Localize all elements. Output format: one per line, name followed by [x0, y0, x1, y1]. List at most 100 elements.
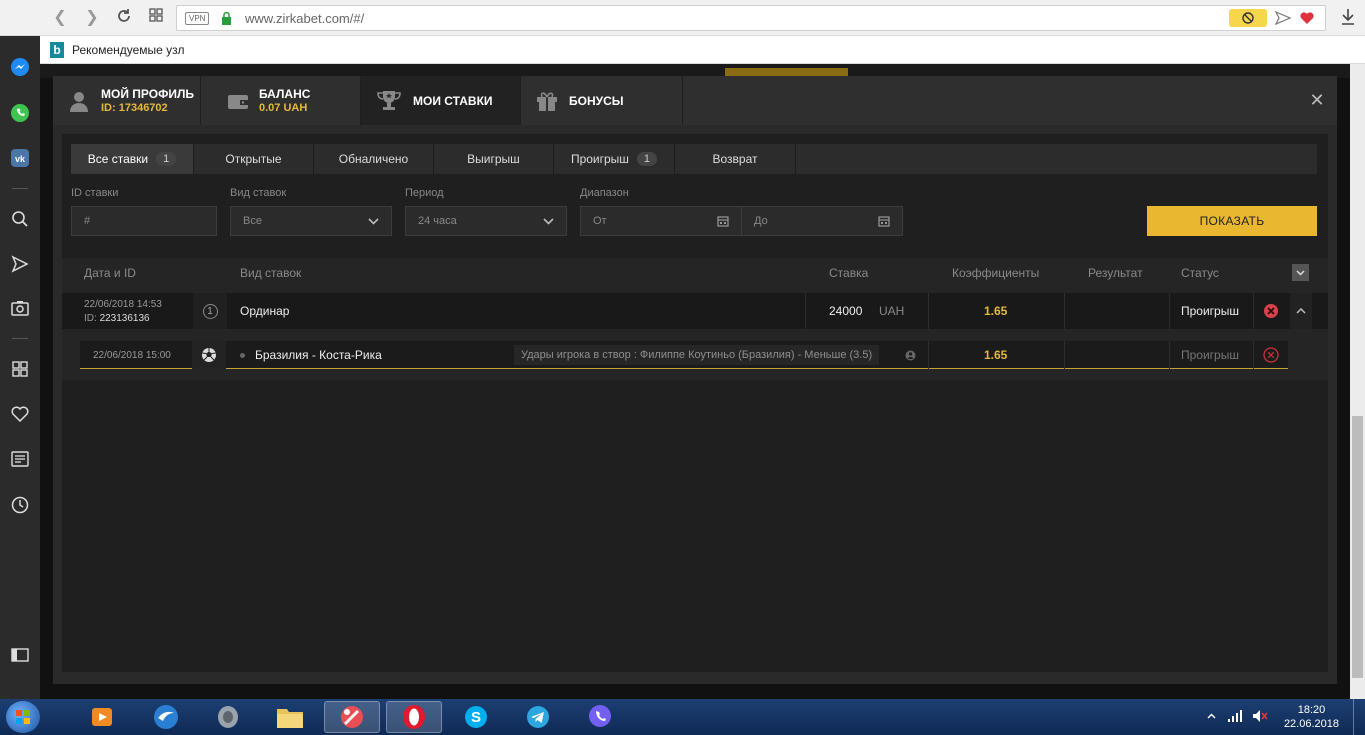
download-icon[interactable]: [1339, 7, 1357, 27]
speed-dial-icon[interactable]: [146, 8, 166, 28]
url-text[interactable]: www.zirkabet.com/#/: [245, 11, 364, 26]
table-subrow[interactable]: 22/06/2018 15:00 Бразилия - Коста-Рика У…: [80, 341, 1288, 369]
column-divider: [928, 341, 929, 369]
filter-tab-won[interactable]: Выигрыш: [434, 144, 554, 174]
date-to-input[interactable]: До: [741, 206, 903, 236]
tab-my-bets[interactable]: МОИ СТАВКИ: [361, 76, 521, 125]
tab-balance[interactable]: БАЛАНС 0.07 UAH: [201, 76, 361, 125]
speed-dial-icon[interactable]: [9, 358, 31, 380]
signal-icon[interactable]: [1227, 710, 1243, 722]
table-row[interactable]: 22/06/2018 14:53 ID: 223136136 1 Ординар…: [62, 293, 1328, 329]
column-divider: [1064, 293, 1065, 329]
calendar-icon[interactable]: [878, 215, 890, 227]
address-bar[interactable]: VPN www.zirkabet.com/#/: [176, 5, 1326, 31]
tab-title: БАЛАНС: [259, 87, 311, 101]
page-scrollbar[interactable]: [1350, 64, 1365, 699]
tab-bonuses[interactable]: БОНУСЫ: [521, 76, 683, 125]
file-explorer-icon[interactable]: [262, 701, 318, 733]
scrollbar-thumb[interactable]: [1352, 416, 1363, 678]
filter-tab-refund[interactable]: Возврат: [675, 144, 796, 174]
camera-icon[interactable]: [9, 297, 31, 319]
date-from-input[interactable]: От: [580, 206, 742, 236]
reload-icon[interactable]: [114, 8, 134, 28]
filter-tab-all[interactable]: Все ставки 1: [71, 144, 194, 174]
collapse-row-button[interactable]: [1290, 293, 1312, 329]
send-icon[interactable]: [9, 253, 31, 275]
bet-status: Проигрыш: [1181, 304, 1239, 318]
browser-toolbar: ❮ ❯ VPN www.zirkabet.com/#/: [0, 0, 1365, 36]
system-clock[interactable]: 18:20 22.06.2018: [1284, 703, 1339, 731]
count-badge: 1: [636, 152, 658, 166]
close-icon[interactable]: ✕: [1307, 90, 1327, 110]
chevron-up-icon: [1296, 308, 1306, 314]
adblock-icon[interactable]: [1229, 9, 1267, 27]
viber-icon[interactable]: [572, 701, 628, 733]
heart-icon[interactable]: [1299, 11, 1315, 25]
bet-coefficient: 1.65: [984, 304, 1008, 318]
messenger-icon[interactable]: [9, 56, 31, 78]
tab-title: МОИ СТАВКИ: [413, 93, 493, 108]
filter-tab-open[interactable]: Открытые: [194, 144, 314, 174]
bet-filter-tabs: Все ставки 1 Открытые Обналичено Выигрыш…: [71, 144, 1317, 174]
account-modal: МОЙ ПРОФИЛЬ ID: 17346702 БАЛАНС 0.07 UAH…: [53, 76, 1337, 684]
filter-tab-lost[interactable]: Проигрыш 1: [554, 144, 675, 174]
sidebar-toggle-icon[interactable]: [9, 644, 31, 666]
svg-text:vk: vk: [15, 154, 26, 164]
send-icon[interactable]: [1275, 11, 1291, 25]
tray-expand-icon[interactable]: [1207, 713, 1216, 719]
filter-tab-cashed-out[interactable]: Обналичено: [314, 144, 434, 174]
calendar-icon[interactable]: [717, 215, 729, 227]
svg-text:S: S: [471, 709, 481, 726]
history-icon[interactable]: [9, 494, 31, 516]
sidebar-separator: [12, 338, 28, 339]
volume-muted-icon[interactable]: [1252, 709, 1268, 723]
search-icon[interactable]: [9, 208, 31, 230]
bet-date: 22/06/2018 14:53: [84, 298, 162, 310]
telegram-icon[interactable]: [510, 701, 566, 733]
opera-browser-icon[interactable]: [386, 701, 442, 733]
tab-my-profile[interactable]: МОЙ ПРОФИЛЬ ID: 17346702: [53, 76, 201, 125]
vk-icon[interactable]: vk: [9, 147, 31, 169]
news-icon[interactable]: [9, 448, 31, 470]
bing-icon: b: [50, 42, 64, 58]
market-description: Удары игрока в створ : Филиппе Коутиньо …: [514, 345, 880, 365]
column-divider: [928, 293, 929, 329]
bet-id-label: ID ставки: [71, 187, 119, 199]
event-status: Проигрыш: [1181, 348, 1239, 362]
bet-id-input[interactable]: #: [71, 206, 217, 236]
column-divider: [1169, 341, 1170, 369]
match-name: Бразилия - Коста-Рика: [255, 348, 382, 362]
ftp-client-icon[interactable]: [138, 701, 194, 733]
bookmark-recommended[interactable]: b Рекомендуемые узл: [50, 42, 185, 58]
whatsapp-icon[interactable]: [9, 102, 31, 124]
column-divider: [1253, 341, 1254, 369]
back-icon[interactable]: ❮: [50, 8, 70, 28]
balance-value: 0.07 UAH: [259, 102, 308, 114]
event-coefficient: 1.65: [984, 348, 1008, 362]
modal-tabs: МОЙ ПРОФИЛЬ ID: 17346702 БАЛАНС 0.07 UAH…: [53, 76, 1337, 125]
show-desktop-button[interactable]: [1353, 699, 1365, 735]
paint-app-icon[interactable]: [324, 701, 380, 733]
bookmarks-heart-icon[interactable]: [9, 403, 31, 425]
vpn-badge[interactable]: VPN: [185, 12, 210, 25]
system-tray: 18:20 22.06.2018: [1200, 699, 1365, 735]
speaker-icon[interactable]: [200, 701, 256, 733]
column-divider: [805, 293, 806, 329]
bet-type-select[interactable]: Все: [230, 206, 392, 236]
event-date: 22/06/2018 15:00: [93, 349, 171, 361]
skype-icon[interactable]: S: [448, 701, 504, 733]
stats-icon[interactable]: [905, 341, 916, 369]
taskbar: S 18:20 22.06.2018: [0, 699, 1365, 735]
collapse-all-button[interactable]: [1292, 264, 1309, 281]
media-player-icon[interactable]: [74, 701, 130, 733]
start-button[interactable]: [6, 701, 40, 733]
wallet-icon: [228, 94, 248, 109]
forward-icon[interactable]: ❯: [82, 8, 102, 28]
column-header: Результат: [1088, 266, 1143, 280]
bet-id: 223136136: [99, 312, 150, 324]
bet-id-prefix: ID:: [84, 312, 97, 324]
count-badge: 1: [156, 152, 177, 166]
period-select[interactable]: 24 часа: [405, 206, 567, 236]
show-button[interactable]: ПОКАЗАТЬ: [1147, 206, 1317, 236]
bookmarks-bar: b Рекомендуемые узл: [40, 36, 1365, 64]
